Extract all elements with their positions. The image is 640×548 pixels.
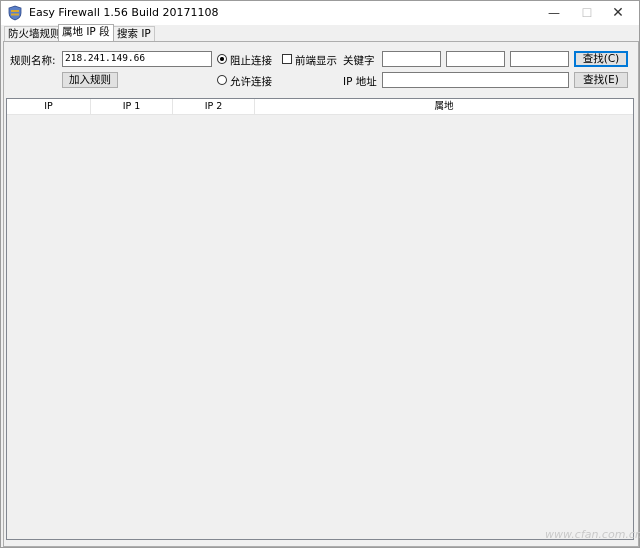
front-display-checkbox[interactable]: [282, 54, 292, 64]
column-header-ip1[interactable]: IP 1: [91, 99, 173, 114]
keyword-label: 关键字: [343, 55, 375, 67]
app-window: Easy Firewall 1.56 Build 20171108 — ☐ ✕ …: [0, 0, 640, 548]
tab-search-ip[interactable]: 搜索 IP: [113, 26, 155, 41]
close-button[interactable]: ✕: [595, 1, 640, 25]
allow-radio[interactable]: [217, 75, 227, 85]
watermark: www.cfan.com.cn: [545, 528, 640, 541]
column-header-ip[interactable]: IP: [7, 99, 91, 114]
column-header-ip2[interactable]: IP 2: [173, 99, 255, 114]
keyword-input-1[interactable]: [382, 51, 441, 67]
ip-address-input[interactable]: [382, 72, 569, 88]
keyword-input-3[interactable]: [510, 51, 569, 67]
window-title: Easy Firewall 1.56 Build 20171108: [29, 6, 219, 19]
column-header-location[interactable]: 属地: [255, 99, 633, 114]
shield-icon: [8, 5, 22, 21]
keyword-input-2[interactable]: [446, 51, 505, 67]
rule-name-label: 规则名称:: [10, 55, 56, 67]
tab-ip-ranges[interactable]: 属地 IP 段: [58, 24, 114, 41]
rule-name-input[interactable]: 218.241.149.66: [62, 51, 212, 67]
allow-label: 允许连接: [230, 76, 272, 88]
search-c-button[interactable]: 查找(C): [574, 51, 628, 67]
tab-firewall-rules[interactable]: 防火墙规则: [4, 26, 65, 41]
ip-address-label: IP 地址: [343, 76, 377, 88]
add-rule-button[interactable]: 加入规则: [62, 72, 118, 88]
title-bar[interactable]: Easy Firewall 1.56 Build 20171108 — ☐ ✕: [1, 1, 639, 25]
search-e-button[interactable]: 查找(E): [574, 72, 628, 88]
block-radio[interactable]: [217, 54, 227, 64]
front-display-label: 前端显示: [295, 55, 337, 67]
ip-range-table[interactable]: IP IP 1 IP 2 属地: [6, 98, 634, 540]
table-header: IP IP 1 IP 2 属地: [7, 99, 633, 115]
block-label: 阻止连接: [230, 55, 272, 67]
